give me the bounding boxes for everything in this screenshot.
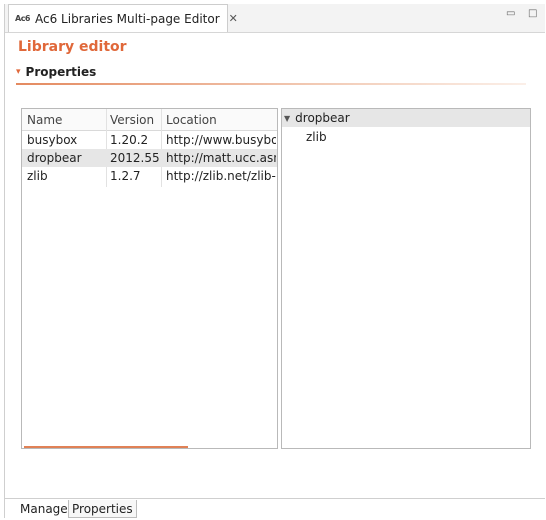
section-divider xyxy=(16,83,526,85)
column-header-location[interactable]: Location xyxy=(166,113,217,127)
cell-location: http://matt.ucc.asn xyxy=(166,151,276,165)
table-header: Name Version Location xyxy=(22,109,277,131)
cell-location: http://zlib.net/zlib-1 xyxy=(166,169,276,183)
cell-name: busybox xyxy=(27,133,78,147)
minimize-icon[interactable]: ▭ xyxy=(506,8,515,19)
tree-item-child[interactable]: zlib xyxy=(306,130,327,144)
expand-arrow-icon[interactable]: ▼ xyxy=(284,114,290,123)
cell-name: dropbear xyxy=(27,151,82,165)
ac6-icon: Ac6 xyxy=(15,14,31,23)
horizontal-scrollbar[interactable] xyxy=(24,446,188,448)
column-header-version[interactable]: Version xyxy=(110,113,154,127)
close-icon[interactable]: ✕ xyxy=(229,12,238,25)
section-title: Properties xyxy=(25,65,97,79)
properties-section-header[interactable]: ▾ Properties xyxy=(16,65,96,79)
libraries-table[interactable]: Name Version Location busybox 1.20.2 htt… xyxy=(21,108,278,449)
table-row[interactable]: dropbear 2012.55 http://matt.ucc.asn xyxy=(22,149,277,167)
editor-tab-title: Ac6 Libraries Multi-page Editor xyxy=(35,11,220,26)
cell-version: 1.20.2 xyxy=(110,133,149,147)
collapse-twisty-icon[interactable]: ▾ xyxy=(16,67,21,77)
maximize-icon[interactable]: □ xyxy=(528,8,537,19)
tab-manager[interactable]: Manager xyxy=(17,500,76,518)
editor-tab[interactable]: Ac6 Ac6 Libraries Multi-page Editor ✕ xyxy=(8,4,238,32)
page-title: Library editor xyxy=(18,39,127,55)
bottom-tab-divider xyxy=(5,498,545,499)
cell-version: 1.2.7 xyxy=(110,169,141,183)
tree-item-root[interactable]: ▼ dropbear xyxy=(282,109,530,127)
cell-version: 2012.55 xyxy=(110,151,160,165)
column-header-name[interactable]: Name xyxy=(27,113,62,127)
tab-properties[interactable]: Properties xyxy=(68,500,137,518)
cell-name: zlib xyxy=(27,169,48,183)
table-row[interactable]: busybox 1.20.2 http://www.busybo xyxy=(22,131,277,149)
editor-tab-bar: Ac6 Ac6 Libraries Multi-page Editor ✕ xyxy=(5,4,545,33)
cell-location: http://www.busybo xyxy=(166,133,276,147)
dependency-tree[interactable]: ▼ dropbear zlib xyxy=(281,108,531,449)
tree-item-label: dropbear xyxy=(295,111,350,125)
table-row[interactable]: zlib 1.2.7 http://zlib.net/zlib-1 xyxy=(22,167,277,185)
